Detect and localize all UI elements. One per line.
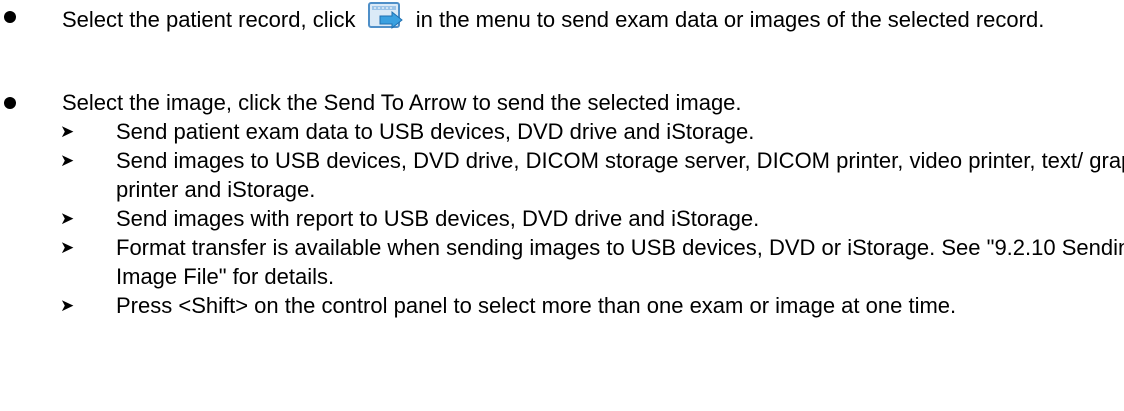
sub-bullet-text: Press <Shift> on the control panel to se… [116,293,957,318]
bullet-dot [4,97,16,109]
sub-bullet-item: ➤ Send images with report to USB devices… [0,204,1124,233]
bullet-text-before-icon: Select the patient record, click [62,7,356,32]
sub-bullet-text: Send patient exam data to USB devices, D… [116,119,755,144]
document-page: Select the patient record, click in the … [0,0,1124,411]
arrow-bullet-icon: ➤ [60,209,75,228]
bullet-dot [4,11,16,23]
sub-bullet-item: ➤ Send patient exam data to USB devices,… [0,117,1124,146]
sub-bullet-text: Send images with report to USB devices, … [116,206,760,231]
arrow-bullet-icon: ➤ [60,151,75,170]
bullet-text-after-icon: in the menu to send exam data or images … [415,7,1045,32]
sub-bullet-item: ➤ Press <Shift> on the control panel to … [0,291,1124,320]
sub-bullet-text: Send images to USB devices, DVD drive, D… [116,148,1124,202]
sub-bullet-item: ➤ Format transfer is available when send… [0,233,1124,291]
bullet-text: Select the image, click the Send To Arro… [62,90,742,115]
bullet-item-send-image: Select the image, click the Send To Arro… [0,88,1124,320]
send-to-icon [367,2,403,30]
sub-bullet-list: ➤ Send patient exam data to USB devices,… [0,117,1124,320]
bullet-item-send-record: Select the patient record, click in the … [0,2,1124,34]
sub-bullet-item: ➤ Send images to USB devices, DVD drive,… [0,146,1124,204]
arrow-bullet-icon: ➤ [60,238,75,257]
sub-bullet-text: Format transfer is available when sendin… [116,235,1124,289]
arrow-bullet-icon: ➤ [60,122,75,141]
arrow-bullet-icon: ➤ [60,296,75,315]
